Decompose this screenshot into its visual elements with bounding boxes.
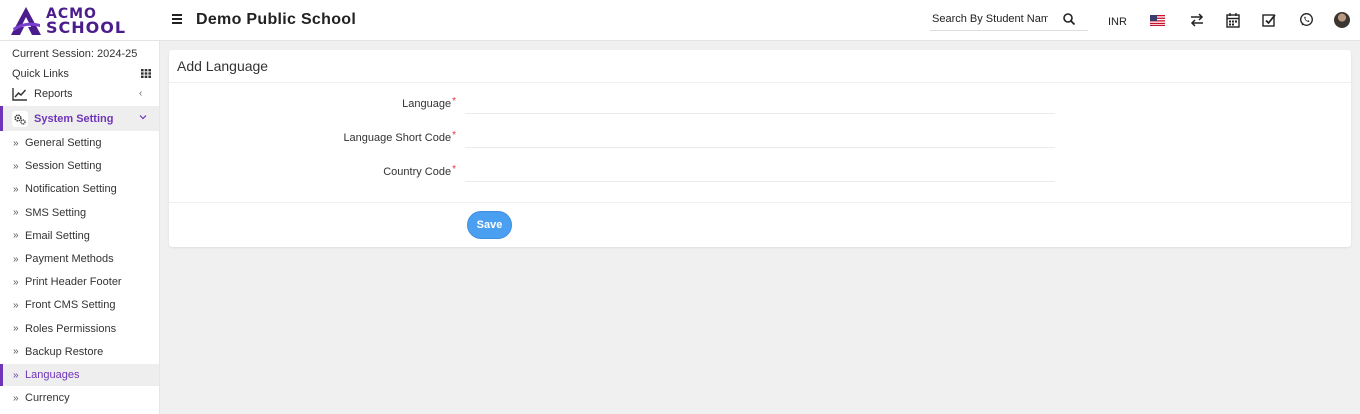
sidebar-item-reports[interactable]: Reports ‹ — [0, 84, 159, 103]
sidebar-subitem-label: Roles Permissions — [25, 322, 117, 335]
sidebar-subitem-label: SMS Setting — [25, 206, 87, 219]
required-marker: * — [452, 96, 456, 107]
double-chevron-right-icon: » — [13, 160, 19, 172]
double-chevron-right-icon: » — [13, 392, 19, 404]
add-language-panel: Add Language Language* Language Short Co… — [169, 50, 1351, 247]
double-chevron-right-icon: » — [13, 323, 19, 335]
sidebar-subitem-general-setting[interactable]: » General Setting — [0, 132, 159, 154]
us-flag-icon[interactable] — [1150, 15, 1165, 26]
sidebar-item-system-setting[interactable]: System Setting — [0, 106, 159, 131]
sidebar-subitem-label: Backup Restore — [25, 345, 104, 358]
divider — [169, 202, 1351, 203]
country-code-label: Country Code* — [383, 164, 456, 178]
chevron-down-icon — [139, 115, 147, 120]
currency-selector[interactable]: INR — [1108, 14, 1127, 30]
top-navbar: ACMO SCHOOL Demo Public School INR — [0, 0, 1360, 41]
sidebar-subitem-notification-setting[interactable]: » Notification Setting — [0, 178, 159, 200]
required-marker: * — [452, 164, 456, 175]
required-marker: * — [452, 130, 456, 141]
double-chevron-right-icon: » — [13, 253, 19, 265]
sidebar-subitem-label: Session Setting — [25, 160, 102, 173]
language-input[interactable] — [465, 94, 1055, 114]
school-logo[interactable]: ACMO SCHOOL — [10, 4, 145, 38]
gears-icon — [12, 110, 28, 127]
save-button[interactable]: Save — [467, 211, 512, 239]
sidebar-subitem-backup-restore[interactable]: » Backup Restore — [0, 341, 159, 363]
chevron-left-icon: ‹ — [139, 88, 143, 99]
sidebar-subitem-email-setting[interactable]: » Email Setting — [0, 225, 159, 247]
sidebar-subitem-label: Front CMS Setting — [25, 299, 116, 312]
double-chevron-right-icon: » — [13, 346, 19, 358]
double-chevron-right-icon: » — [13, 299, 19, 311]
country-code-row: Country Code* — [169, 160, 1351, 184]
language-label: Language* — [402, 96, 456, 110]
search-icon[interactable] — [1062, 12, 1076, 26]
student-search — [930, 9, 1088, 31]
sidebar-subitem-session-setting[interactable]: » Session Setting — [0, 155, 159, 177]
sidebar-subitem-label: Notification Setting — [25, 183, 117, 196]
menu-icon[interactable] — [172, 14, 182, 26]
quick-links-grid-icon[interactable] — [141, 69, 151, 78]
logo-text: ACMO SCHOOL — [46, 6, 127, 37]
whatsapp-icon[interactable] — [1299, 12, 1314, 28]
sidebar-subitem-roles-permissions[interactable]: » Roles Permissions — [0, 318, 159, 340]
student-search-input[interactable] — [930, 9, 1048, 29]
sidebar-subitem-currency[interactable]: » Currency — [0, 387, 159, 409]
language-short-code-input[interactable] — [465, 128, 1055, 148]
divider — [169, 82, 1351, 83]
current-session: Current Session: 2024-25 — [12, 48, 138, 60]
double-chevron-right-icon: » — [13, 369, 19, 381]
task-check-icon[interactable] — [1262, 12, 1276, 28]
sidebar-subitem-label: General Setting — [25, 137, 102, 149]
sidebar-subitem-sms-setting[interactable]: » SMS Setting — [0, 202, 159, 224]
sidebar-subitem-label: Languages — [25, 369, 80, 381]
sidebar-subitem-label: Print Header Footer — [25, 276, 122, 289]
sidebar-subitem-front-cms-setting[interactable]: » Front CMS Setting — [0, 294, 159, 316]
double-chevron-right-icon: » — [13, 183, 19, 195]
double-chevron-right-icon: » — [13, 207, 19, 219]
swap-icon[interactable] — [1190, 12, 1204, 28]
sidebar-subitem-print-header-footer[interactable]: » Print Header Footer — [0, 271, 159, 293]
language-row: Language* — [169, 92, 1351, 116]
sidebar-subitem-payment-methods[interactable]: » Payment Methods — [0, 248, 159, 270]
country-code-input[interactable] — [465, 162, 1055, 182]
sidebar-subitem-label: Payment Methods — [25, 253, 114, 265]
sidebar-item-label: Reports — [34, 87, 73, 100]
calendar-icon[interactable] — [1226, 12, 1240, 28]
user-avatar[interactable] — [1334, 12, 1350, 28]
language-short-code-row: Language Short Code* — [169, 126, 1351, 150]
double-chevron-right-icon: » — [13, 137, 19, 149]
double-chevron-right-icon: » — [13, 230, 19, 242]
sidebar: Current Session: 2024-25 Quick Links Rep… — [0, 41, 160, 414]
panel-title: Add Language — [177, 58, 269, 74]
logo-mark-icon — [11, 7, 41, 35]
sidebar-subitem-label: Email Setting — [25, 229, 90, 242]
quick-links-label[interactable]: Quick Links — [12, 68, 69, 80]
sidebar-subitem-label: Currency — [25, 392, 70, 405]
chart-line-icon — [12, 87, 27, 101]
sidebar-subitem-languages[interactable]: » Languages — [0, 364, 159, 386]
sidebar-item-label: System Setting — [34, 112, 114, 125]
language-short-code-label: Language Short Code* — [343, 130, 456, 144]
double-chevron-right-icon: » — [13, 276, 19, 288]
school-name: Demo Public School — [196, 11, 357, 28]
